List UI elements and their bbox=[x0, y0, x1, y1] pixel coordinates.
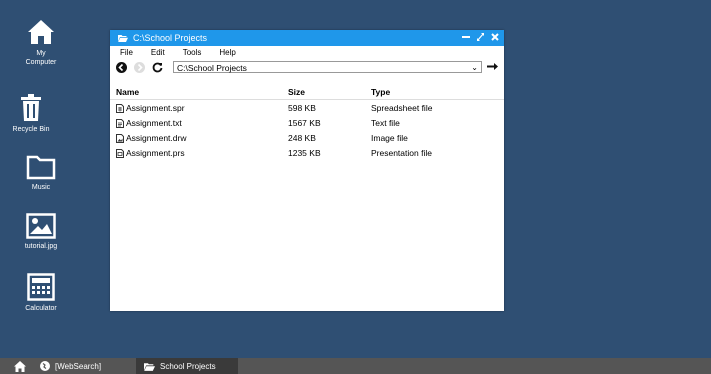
menu-edit[interactable]: Edit bbox=[151, 48, 165, 57]
desktop-icon-tutorial-jpg[interactable]: tutorial.jpg bbox=[10, 213, 72, 251]
file-type: Text file bbox=[371, 117, 400, 128]
folder-open-icon bbox=[118, 35, 128, 42]
file-size: 598 KB bbox=[288, 102, 316, 113]
arrow-right-icon bbox=[487, 63, 498, 70]
file-name-cell: Assignment.drw bbox=[110, 130, 288, 145]
trash-icon bbox=[21, 94, 41, 121]
maximize-button[interactable] bbox=[476, 32, 485, 45]
desktop-icon-recycle-bin[interactable]: Recycle Bin bbox=[0, 94, 62, 134]
file-row[interactable]: Assignment.spr 598 KB Spreadsheet file bbox=[110, 100, 504, 116]
file-type: Presentation file bbox=[371, 147, 432, 158]
desktop-icon-label: tutorial.jpg bbox=[24, 243, 58, 250]
address-text: C:\School Projects bbox=[177, 63, 247, 73]
globe-icon bbox=[40, 361, 50, 371]
window-title: C:\School Projects bbox=[133, 33, 208, 43]
column-header-type[interactable]: Type bbox=[371, 85, 504, 100]
file-name: Assignment.spr bbox=[126, 102, 185, 113]
refresh-icon bbox=[152, 62, 162, 73]
desktop-icon-my-computer[interactable]: My Computer bbox=[10, 18, 72, 67]
text-file-icon bbox=[116, 118, 124, 128]
taskbar-item-school-projects[interactable]: School Projects bbox=[136, 358, 238, 374]
file-size: 1235 KB bbox=[288, 147, 321, 158]
window-titlebar[interactable]: C:\School Projects bbox=[110, 30, 504, 46]
desktop-icon-calculator[interactable]: Calculator bbox=[10, 273, 72, 313]
file-explorer-window: C:\School Projects File Edit Tools Help bbox=[110, 30, 504, 311]
file-row[interactable]: Assignment.drw 248 KB Image file bbox=[110, 130, 504, 145]
chevron-down-icon[interactable]: ⌄ bbox=[471, 62, 478, 74]
file-type: Spreadsheet file bbox=[371, 102, 433, 113]
menu-tools[interactable]: Tools bbox=[183, 48, 202, 57]
file-list: Name Size Type Assignment.spr 598 KB Spr… bbox=[110, 85, 504, 160]
folder-icon bbox=[26, 155, 56, 180]
minimize-icon bbox=[462, 36, 470, 38]
folder-open-icon bbox=[144, 362, 155, 371]
file-name-cell: Assignment.prs bbox=[110, 145, 288, 160]
file-row[interactable]: Assignment.txt 1567 KB Text file bbox=[110, 115, 504, 130]
menu-bar: File Edit Tools Help bbox=[110, 46, 504, 59]
close-icon bbox=[491, 33, 499, 41]
file-name-cell: Assignment.txt bbox=[110, 115, 288, 130]
taskbar-item-websearch[interactable]: [WebSearch] bbox=[40, 358, 132, 374]
column-header-name[interactable]: Name bbox=[110, 85, 288, 100]
back-button[interactable] bbox=[114, 61, 128, 75]
arrow-right-circle-icon bbox=[133, 62, 145, 73]
file-row[interactable]: Assignment.prs 1235 KB Presentation file bbox=[110, 145, 504, 160]
home-icon bbox=[14, 360, 26, 372]
start-button[interactable] bbox=[14, 358, 26, 374]
presentation-file-icon bbox=[116, 148, 124, 158]
address-input[interactable]: C:\School Projects ⌄ bbox=[173, 61, 482, 73]
minimize-button[interactable] bbox=[462, 32, 470, 45]
column-header-size[interactable]: Size bbox=[288, 85, 371, 100]
file-size: 1567 KB bbox=[288, 117, 321, 128]
desktop-icon-music[interactable]: Music bbox=[10, 154, 72, 192]
taskbar-item-label: School Projects bbox=[160, 361, 216, 371]
desktop-icon-label: Calculator bbox=[25, 305, 57, 312]
address-bar: C:\School Projects ⌄ bbox=[110, 59, 504, 76]
menu-file[interactable]: File bbox=[120, 48, 133, 57]
file-name: Assignment.txt bbox=[126, 117, 182, 128]
spreadsheet-file-icon bbox=[116, 103, 124, 113]
file-size: 248 KB bbox=[288, 132, 316, 143]
arrow-left-circle-icon bbox=[115, 62, 127, 73]
refresh-button[interactable] bbox=[150, 61, 164, 75]
desktop-icon-label: Music bbox=[31, 184, 51, 191]
desktop-icon-label: Recycle Bin bbox=[12, 126, 50, 133]
image-icon bbox=[26, 213, 56, 239]
menu-help[interactable]: Help bbox=[219, 48, 235, 57]
calculator-icon bbox=[27, 273, 55, 301]
file-name: Assignment.drw bbox=[126, 132, 187, 143]
forward-button[interactable] bbox=[132, 61, 146, 75]
close-button[interactable] bbox=[491, 32, 499, 45]
file-name: Assignment.prs bbox=[126, 147, 185, 158]
home-icon bbox=[28, 20, 54, 44]
desktop-icon-label: Computer bbox=[25, 59, 57, 66]
file-type: Image file bbox=[371, 132, 408, 143]
expand-icon bbox=[477, 33, 484, 41]
image-file-icon bbox=[116, 133, 124, 143]
go-button[interactable] bbox=[487, 61, 498, 74]
taskbar-item-label: [WebSearch] bbox=[55, 361, 102, 371]
file-name-cell: Assignment.spr bbox=[110, 100, 288, 116]
desktop-icon-label: My bbox=[36, 50, 46, 57]
taskbar: [WebSearch] School Projects bbox=[0, 358, 711, 374]
